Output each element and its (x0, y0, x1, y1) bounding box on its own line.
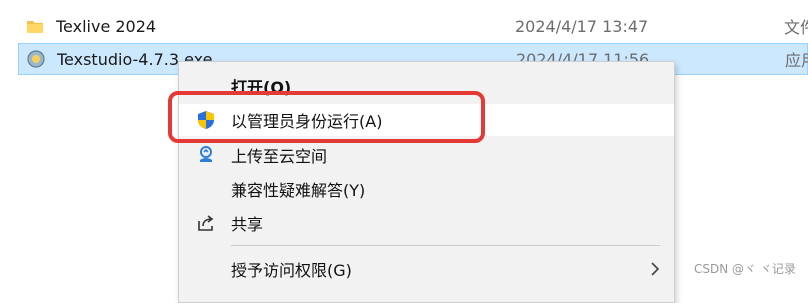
file-type: 文件 (784, 18, 808, 37)
menu-item-label: 共享 (231, 215, 264, 234)
menu-item-grant-access[interactable]: 授予访问权限(G) (179, 253, 674, 285)
file-type: 应用 (785, 51, 808, 70)
annotation-highlight-box (168, 91, 485, 143)
menu-item-label: 授予访问权限(G) (231, 261, 352, 280)
file-row-texlive[interactable]: Texlive 2024 2024/4/17 13:47 文件 (18, 10, 808, 42)
menu-item-upload-cloud[interactable]: 上传至云空间 (179, 139, 674, 171)
file-name: Texlive 2024 (56, 16, 157, 36)
menu-separator (231, 245, 660, 246)
folder-icon (27, 21, 43, 33)
chevron-right-icon (651, 262, 660, 276)
menu-item-label: 兼容性疑难解答(Y) (231, 181, 366, 200)
menu-item-share[interactable]: 共享 (179, 207, 674, 239)
texstudio-app-icon (27, 50, 45, 68)
file-date: 2024/4/17 13:47 (515, 16, 649, 36)
cloud-upload-icon (200, 146, 212, 162)
menu-item-label: 上传至云空间 (231, 147, 328, 166)
share-icon (198, 215, 214, 231)
menu-item-compatibility[interactable]: 兼容性疑难解答(Y) (179, 173, 674, 205)
watermark: CSDN @ヾ ヾ记录 (694, 262, 796, 276)
